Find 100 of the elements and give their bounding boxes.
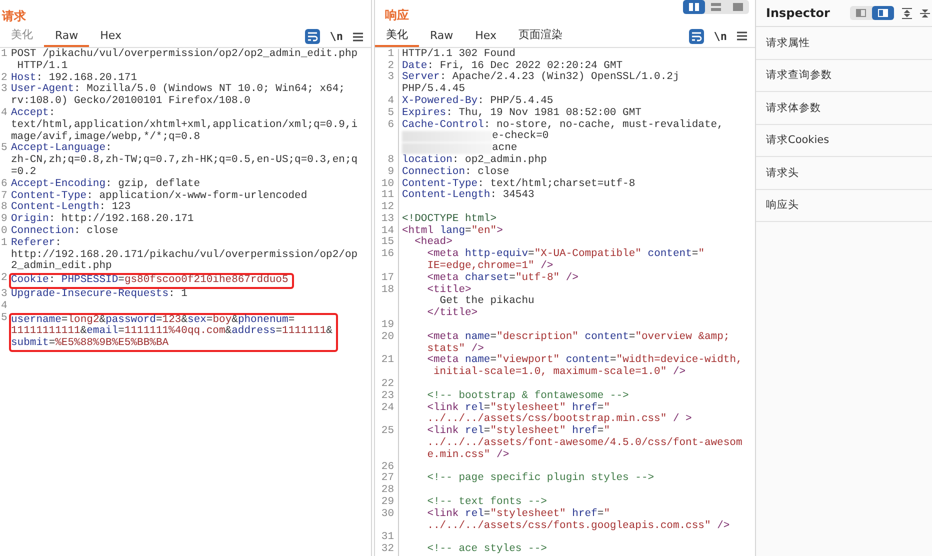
line-number: 15	[380, 237, 395, 249]
code-line: </title>	[426, 308, 478, 320]
panel-layout-icon	[856, 9, 866, 17]
code-line: Upgrade-Insecure-Requests: 1	[11, 288, 188, 301]
code-line: <!-- ace styles -->	[426, 544, 547, 556]
code-line: ../../../assets/css/bootstrap.min.css" / >	[426, 414, 692, 426]
line-number: 9	[386, 166, 395, 178]
line-number: 12	[380, 202, 395, 214]
line-number: 5	[0, 312, 8, 326]
code-line: IE=edge,chrome=1" />	[426, 261, 554, 272]
menu-icon[interactable]	[353, 32, 363, 42]
code-line: HTTP/1.1	[16, 60, 68, 73]
inspector-section[interactable]: 请求体参数	[756, 92, 932, 124]
inspector-section[interactable]: 请求属性	[756, 27, 932, 60]
code-line: e-check=0	[492, 131, 549, 144]
code-line: <!-- text fonts -->	[426, 497, 547, 508]
code-line: Referer:	[11, 238, 62, 249]
line-number: 1	[386, 48, 395, 61]
line-number: 0	[0, 226, 8, 238]
code-line: User-Agent: Mozilla/5.0 (Windows NT 10.0; Win64; x64;	[11, 84, 345, 96]
code-line: <title>	[426, 284, 472, 296]
tab[interactable]: Hex	[464, 28, 508, 47]
tab[interactable]: 美化	[0, 27, 44, 47]
layout-button[interactable]	[683, 0, 705, 14]
view-button[interactable]	[872, 6, 894, 20]
line-number: 28	[380, 485, 395, 497]
line-number: 21	[380, 355, 395, 368]
line-number: 2	[0, 72, 8, 84]
code-line: Connection: close	[11, 226, 118, 237]
newline-toggle[interactable]: \n	[330, 30, 343, 43]
line-number: 29	[380, 497, 395, 509]
line-number: 20	[380, 332, 395, 345]
tab[interactable]: Hex	[89, 29, 132, 47]
line-number: 18	[380, 284, 395, 298]
inspector-section[interactable]: 请求查询参数	[756, 60, 932, 92]
code-line: ../../../assets/css/fonts.googleapis.com.css" />	[426, 520, 730, 532]
line-number: 3	[386, 72, 395, 86]
code-line: Accept-Encoding: gzip, deflate	[11, 178, 200, 190]
expand-icon[interactable]	[902, 8, 912, 18]
code-line: <!-- page specific plugin styles -->	[426, 473, 654, 486]
code-line: <!-- bootstrap & fontawesome -->	[426, 390, 629, 402]
line-number: 4	[0, 300, 8, 313]
code-line: <html lang="en">	[402, 226, 503, 237]
code-line: <meta name="viewport" content="width=device-width,	[426, 355, 742, 366]
code-line: Accept-Language:	[11, 143, 112, 154]
code-line: initial-scale=1.0, maximum-scale=1.0" />	[432, 367, 686, 380]
collapse-icon[interactable]	[920, 8, 930, 18]
tab[interactable]: Raw	[419, 28, 464, 47]
code-line: Get the pikachu	[440, 296, 534, 308]
tab[interactable]: 美化	[375, 26, 419, 47]
code-line: Cookie: PHPSESSID=gs80fscoo0f210ihe867rdduo5	[11, 275, 288, 287]
inspector-section[interactable]: 响应头	[756, 190, 932, 222]
line-number: 27	[380, 473, 395, 485]
square-icon	[733, 3, 743, 11]
code-line: <link rel="stylesheet" href="	[426, 426, 610, 438]
code-line: rv:108.0) Gecko/20100101 Firefox/108.0	[11, 96, 250, 108]
line-number: 30	[380, 508, 395, 522]
code-line: e.min.css" />	[426, 450, 510, 462]
tab[interactable]: 页面渲染	[508, 26, 574, 47]
code-line: =0.2	[11, 166, 36, 178]
line-number: 13	[380, 214, 395, 226]
wrap-icon[interactable]	[688, 28, 704, 44]
line-number: 8	[0, 202, 8, 214]
wrap-icon[interactable]	[304, 29, 320, 44]
line-number: 3	[0, 84, 8, 98]
code-line: <head>	[414, 237, 452, 249]
code-line: 2_admin_edit.php	[11, 261, 112, 274]
line-number: 1	[0, 49, 8, 62]
code-line: http://192.168.20.171/pikachu/vul/overpermission/op2/op	[11, 250, 358, 261]
code-line: X-Powered-By: PHP/5.4.45	[402, 96, 554, 107]
pane-title: 响应	[384, 7, 409, 24]
code-line: 11111111111&email=1111111%40qq.com&address=1111111&	[11, 326, 332, 338]
code-line: Host: 192.168.20.171	[11, 72, 138, 84]
line-number: 11	[380, 190, 395, 202]
line-number: 22	[380, 379, 395, 391]
menu-icon[interactable]	[737, 31, 747, 42]
line-number: 4	[386, 96, 395, 108]
line-number: 7	[0, 190, 8, 202]
code-line: Origin: http://192.168.20.171	[11, 214, 194, 226]
line-number: 5	[386, 108, 395, 120]
line-number: 23	[380, 390, 395, 403]
rows-icon	[711, 3, 721, 11]
code-line: <meta name="description" content="overview &amp;	[426, 332, 730, 343]
tab[interactable]: Raw	[44, 29, 90, 47]
code-line: Expires: Thu, 19 Nov 1981 08:52:00 GMT	[402, 108, 642, 119]
code-line: text/html,application/xhtml+xml,application/xml;q=0.9,i	[11, 120, 358, 131]
code-line: <meta http-equiv="X-UA-Compatible" content="	[426, 249, 704, 260]
inspector-section[interactable]: 请求Cookies	[756, 124, 932, 157]
code-line: HTTP/1.1 302 Found	[402, 48, 516, 60]
code-line: location: op2_admin.php	[402, 154, 547, 166]
code-line: ../../../assets/font-awesome/4.5.0/css/font-awesom	[426, 438, 742, 450]
code-line: Server: Apache/2.4.23 (Win32) OpenSSL/1.0.2j	[402, 72, 680, 84]
newline-toggle[interactable]: \n	[714, 30, 727, 43]
panel-title: Inspector	[766, 6, 830, 20]
inspector-section[interactable]: 请求头	[756, 157, 932, 190]
line-number: 25	[380, 426, 395, 440]
code-line: Content-Type: text/html;charset=utf-8	[402, 178, 636, 190]
line-number: 5	[0, 143, 8, 156]
code-line: <link rel="stylesheet" href="	[426, 508, 610, 520]
code-line: mage/avif,image/webp,*/*;q=0.8	[11, 132, 200, 143]
